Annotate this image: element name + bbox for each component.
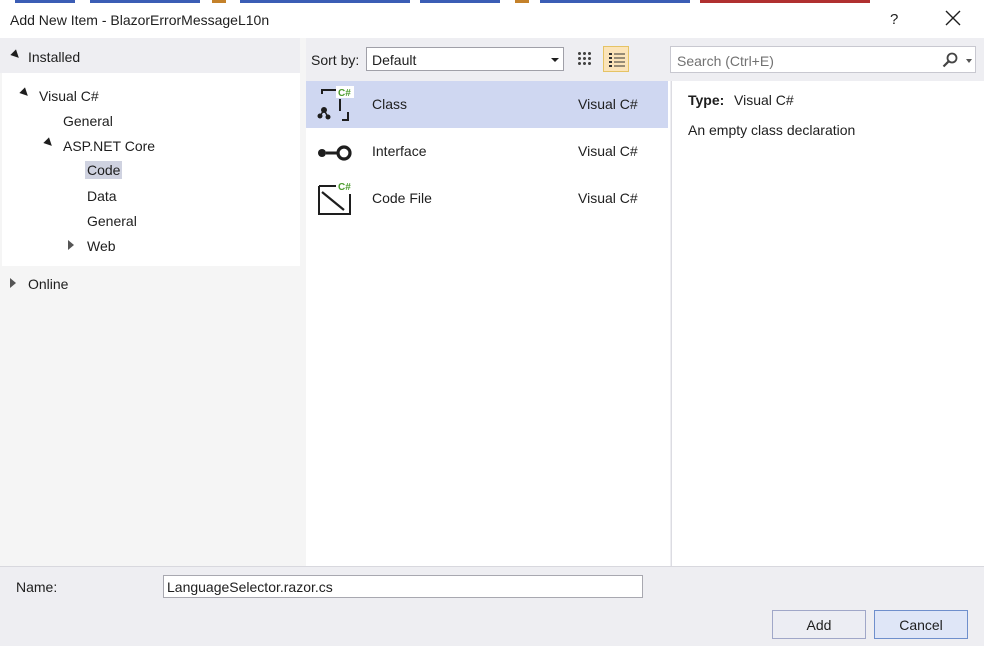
template-row-class[interactable]: C# Class Visual C#: [306, 81, 668, 128]
tree-node-asp-net-core[interactable]: ASP.NET Core: [63, 138, 155, 154]
search-placeholder: Search (Ctrl+E): [677, 53, 774, 69]
online-label: Online: [28, 276, 69, 292]
expanded-arrow-icon: [10, 49, 22, 61]
help-button[interactable]: ?: [890, 11, 898, 28]
details-view-button[interactable]: [603, 46, 629, 72]
svg-text:C#: C#: [338, 88, 351, 99]
collapsed-arrow-icon[interactable]: [68, 240, 74, 250]
installed-header[interactable]: Installed: [0, 38, 300, 73]
cancel-button[interactable]: Cancel: [874, 610, 968, 639]
add-button[interactable]: Add: [772, 610, 866, 639]
search-icon[interactable]: [942, 52, 958, 68]
type-label: Type:: [688, 92, 725, 108]
expanded-arrow-icon[interactable]: [19, 87, 31, 99]
tree-node-general-2[interactable]: General: [87, 213, 137, 229]
name-input[interactable]: [163, 575, 643, 598]
installed-tree: Visual C# General ASP.NET Core Code Data…: [2, 73, 300, 266]
template-row-interface[interactable]: Interface Visual C#: [306, 128, 668, 175]
tree-node-code[interactable]: Code: [85, 161, 123, 179]
svg-text:C#: C#: [338, 182, 351, 193]
sort-by-value: Default: [372, 52, 417, 68]
collapsed-arrow-icon: [10, 278, 16, 288]
close-icon[interactable]: [943, 8, 963, 28]
template-name: Class: [372, 96, 408, 112]
code-file-icon: C#: [318, 180, 354, 215]
online-header[interactable]: Online: [0, 270, 300, 296]
template-name: Code File: [372, 190, 432, 206]
chevron-down-icon[interactable]: [966, 59, 972, 63]
name-label: Name:: [16, 579, 58, 595]
search-box[interactable]: Search (Ctrl+E): [670, 46, 976, 73]
template-description: An empty class declaration: [688, 122, 856, 138]
sort-by-dropdown[interactable]: Default: [366, 47, 564, 71]
medium-icons-view-button[interactable]: [572, 46, 598, 72]
class-icon: C#: [317, 86, 354, 121]
template-row-code-file[interactable]: C# Code File Visual C#: [306, 175, 668, 222]
tree-node-general[interactable]: General: [63, 113, 113, 129]
tree-node-web[interactable]: Web: [87, 238, 116, 254]
grid-view-icon: [577, 51, 592, 66]
details-pane: [671, 81, 984, 566]
list-view-icon: [609, 53, 625, 67]
tree-node-visual-csharp[interactable]: Visual C#: [39, 88, 99, 104]
template-name: Interface: [372, 143, 427, 159]
installed-label: Installed: [28, 49, 81, 65]
tree-node-data[interactable]: Data: [87, 188, 117, 204]
type-value: Visual C#: [734, 92, 794, 108]
template-type: Visual C#: [578, 190, 638, 206]
chevron-down-icon: [551, 58, 559, 62]
interface-icon: [318, 145, 352, 161]
template-type: Visual C#: [578, 96, 638, 112]
expanded-arrow-icon[interactable]: [43, 137, 55, 149]
template-type: Visual C#: [578, 143, 638, 159]
dialog-title: Add New Item - BlazorErrorMessageL10n: [10, 12, 270, 28]
sort-by-label: Sort by:: [311, 52, 360, 68]
